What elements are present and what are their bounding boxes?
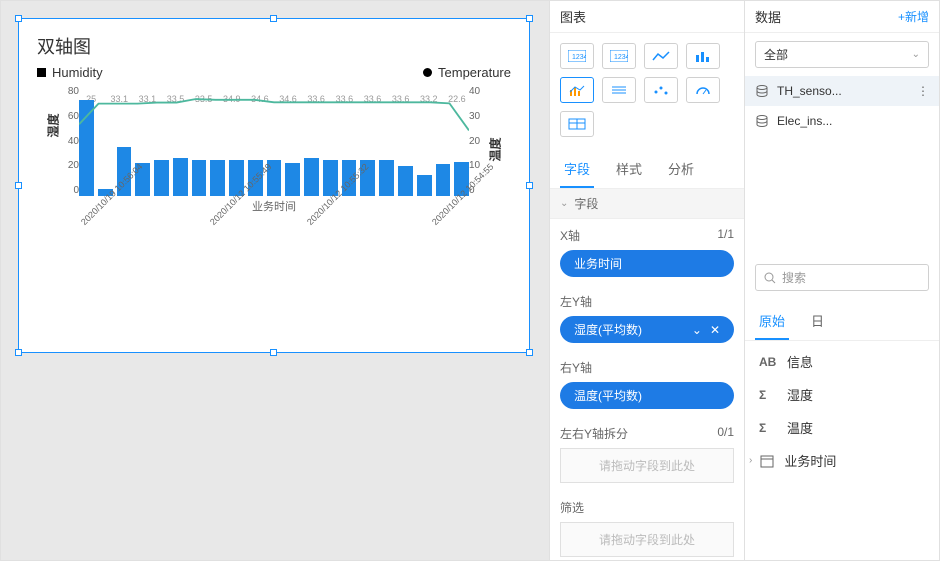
chart-title: 双轴图 — [37, 33, 511, 59]
chart-widget[interactable]: 双轴图 Humidity Temperature 湿度 温度 806040200… — [19, 19, 529, 352]
split-label: 左右Y轴拆分 — [560, 425, 628, 442]
section-field-header[interactable]: ⌄字段 — [550, 189, 744, 219]
yright-label: 右Y轴 — [560, 359, 592, 376]
chart-type-bar[interactable] — [686, 43, 720, 69]
add-datasource-link[interactable]: +新增 — [898, 8, 929, 25]
filter-dropzone[interactable]: 请拖动字段到此处 — [560, 522, 734, 557]
field-item[interactable]: Σ温度 — [745, 411, 939, 444]
data-panel: 数据+新增 全部⌄ TH_senso...⋮Elec_ins... 搜索 原始 … — [744, 1, 939, 560]
split-dropzone[interactable]: 请拖动字段到此处 — [560, 448, 734, 483]
tab-day[interactable]: 日 — [807, 303, 828, 340]
calendar-icon — [760, 454, 774, 468]
filter-label: 筛选 — [560, 499, 584, 516]
chart-type-icons: 1234 1234 — [550, 33, 744, 147]
legend-humidity-icon — [37, 68, 46, 77]
chevron-down-icon: ⌄ — [560, 198, 568, 209]
svg-text:1234: 1234 — [614, 54, 628, 61]
chart-legend: Humidity Temperature — [37, 65, 511, 80]
database-icon — [755, 115, 769, 127]
tab-raw[interactable]: 原始 — [755, 303, 789, 340]
chart-type-table[interactable] — [560, 111, 594, 137]
chevron-down-icon: ⌄ — [912, 49, 920, 60]
search-icon — [764, 272, 776, 284]
xaxis-count: 1/1 — [717, 227, 734, 244]
chevron-down-icon[interactable]: ⌄ — [692, 323, 702, 337]
legend-humidity-label: Humidity — [52, 65, 103, 80]
chart-type-number2[interactable]: 1234 — [602, 43, 636, 69]
chart-config-panel: 图表 1234 1234 字段 样式 分析 ⌄字段 X轴 1/1 业务时间 左Y轴… — [549, 1, 744, 560]
chevron-right-icon: › — [749, 455, 752, 466]
legend-temperature-label: Temperature — [438, 65, 511, 80]
datasource-filter-select[interactable]: 全部⌄ — [755, 41, 929, 68]
more-icon[interactable]: ⋮ — [917, 84, 929, 98]
close-icon[interactable]: ✕ — [710, 323, 720, 337]
tab-style[interactable]: 样式 — [612, 151, 646, 188]
yleft-label: 左Y轴 — [560, 293, 592, 310]
field-item[interactable]: AB信息 — [745, 345, 939, 378]
database-icon — [755, 85, 769, 97]
legend-temperature-icon — [423, 68, 432, 77]
chart-type-dual-axis[interactable] — [560, 77, 594, 103]
xaxis-label: X轴 — [560, 227, 580, 244]
field-search-input[interactable]: 搜索 — [755, 264, 929, 291]
data-panel-title: 数据 — [755, 7, 781, 26]
svg-text:1234: 1234 — [572, 54, 586, 61]
yleft-pill[interactable]: 湿度(平均数)⌄✕ — [560, 316, 734, 343]
canvas-area[interactable]: 双轴图 Humidity Temperature 湿度 温度 806040200… — [1, 1, 549, 560]
chart-type-list[interactable] — [602, 77, 636, 103]
split-count: 0/1 — [717, 425, 734, 442]
chart-type-scatter[interactable] — [644, 77, 678, 103]
chart-type-line[interactable] — [644, 43, 678, 69]
xaxis-pill[interactable]: 业务时间 — [560, 250, 734, 277]
field-item[interactable]: Σ湿度 — [745, 378, 939, 411]
y-axis-left-label: 湿度 — [45, 113, 62, 137]
y-axis-right-label: 温度 — [487, 137, 504, 161]
tab-analysis[interactable]: 分析 — [664, 151, 698, 188]
datasource-item[interactable]: TH_senso...⋮ — [745, 76, 939, 106]
datasource-item[interactable]: Elec_ins... — [745, 106, 939, 136]
yright-pill[interactable]: 温度(平均数) — [560, 382, 734, 409]
chart-panel-title: 图表 — [560, 7, 586, 26]
tab-field[interactable]: 字段 — [560, 151, 594, 188]
chart-type-gauge[interactable] — [686, 77, 720, 103]
chart-type-number[interactable]: 1234 — [560, 43, 594, 69]
field-item[interactable]: ›业务时间 — [745, 444, 939, 477]
